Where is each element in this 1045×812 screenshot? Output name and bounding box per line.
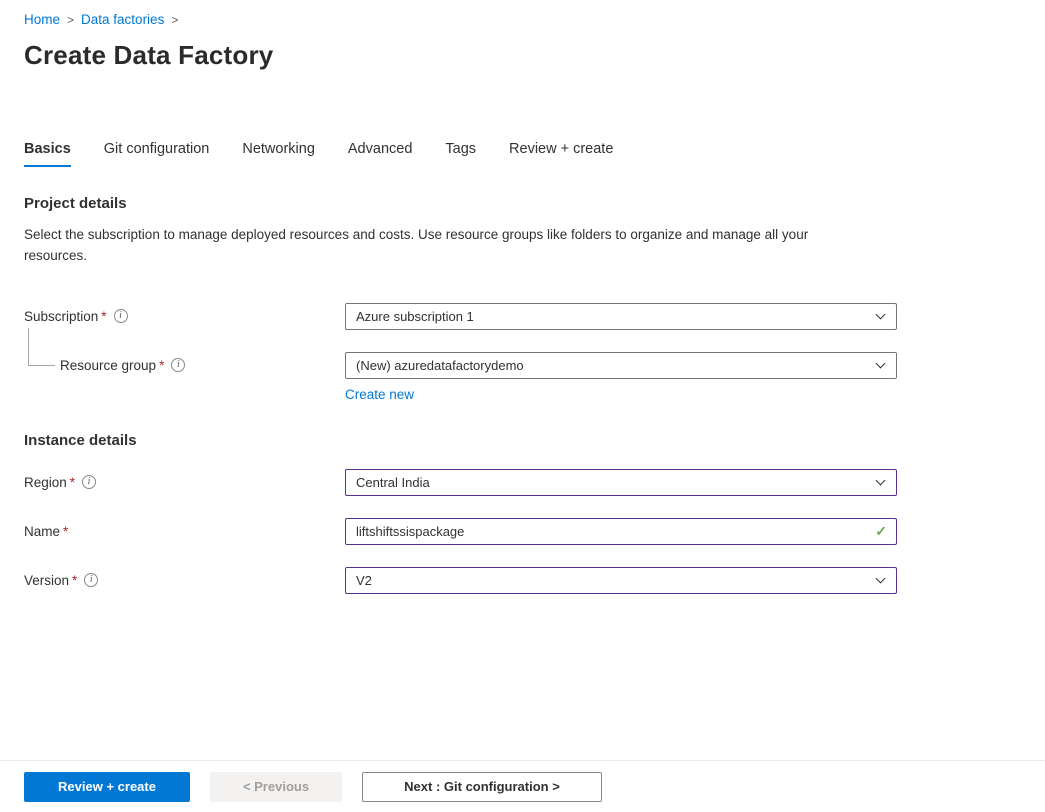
region-dropdown-value: Central India xyxy=(356,475,430,490)
chevron-down-icon xyxy=(876,475,886,485)
required-asterisk: * xyxy=(159,358,164,373)
tab-tags[interactable]: Tags xyxy=(445,141,476,167)
review-create-button[interactable]: Review + create xyxy=(24,772,190,802)
resource-group-row: Resource group * (New) azuredatafactoryd… xyxy=(24,352,1021,379)
info-icon[interactable] xyxy=(171,358,185,372)
info-icon[interactable] xyxy=(114,309,128,323)
tab-basics[interactable]: Basics xyxy=(24,141,71,167)
region-label-text: Region xyxy=(24,475,67,490)
resource-group-label: Resource group * xyxy=(24,358,345,373)
chevron-down-icon xyxy=(876,573,886,583)
region-label: Region * xyxy=(24,475,345,490)
subscription-row: Subscription * Azure subscription 1 xyxy=(24,303,1021,330)
subscription-label-text: Subscription xyxy=(24,309,98,324)
chevron-down-icon xyxy=(876,309,886,319)
version-label-text: Version xyxy=(24,573,69,588)
required-asterisk: * xyxy=(101,309,106,324)
resource-group-label-text: Resource group xyxy=(60,358,156,373)
previous-button[interactable]: < Previous xyxy=(210,772,342,802)
version-row: Version * V2 xyxy=(24,567,1021,594)
breadcrumb: Home > Data factories > xyxy=(24,12,1021,27)
tab-bar: Basics Git configuration Networking Adva… xyxy=(24,141,1021,167)
info-icon[interactable] xyxy=(84,573,98,587)
next-git-configuration-button[interactable]: Next : Git configuration > xyxy=(362,772,602,802)
create-new-link[interactable]: Create new xyxy=(345,387,414,402)
version-label: Version * xyxy=(24,573,345,588)
name-label-text: Name xyxy=(24,524,60,539)
breadcrumb-separator: > xyxy=(171,13,178,27)
wizard-footer: Review + create < Previous Next : Git co… xyxy=(0,760,1045,812)
tab-networking[interactable]: Networking xyxy=(242,141,315,167)
chevron-down-icon xyxy=(876,358,886,368)
project-details-form: Subscription * Azure subscription 1 Reso… xyxy=(24,303,1021,402)
resource-group-dropdown[interactable]: (New) azuredatafactorydemo xyxy=(345,352,897,379)
tab-git-configuration[interactable]: Git configuration xyxy=(104,141,210,167)
info-icon[interactable] xyxy=(82,475,96,489)
name-label: Name * xyxy=(24,524,345,539)
version-dropdown[interactable]: V2 xyxy=(345,567,897,594)
subscription-dropdown-value: Azure subscription 1 xyxy=(356,309,474,324)
region-row: Region * Central India xyxy=(24,469,1021,496)
required-asterisk: * xyxy=(70,475,75,490)
create-new-row: Create new xyxy=(24,387,1021,402)
project-details-heading: Project details xyxy=(24,195,1021,212)
tab-review-create[interactable]: Review + create xyxy=(509,141,613,167)
region-dropdown[interactable]: Central India xyxy=(345,469,897,496)
subscription-dropdown[interactable]: Azure subscription 1 xyxy=(345,303,897,330)
resource-group-dropdown-value: (New) azuredatafactorydemo xyxy=(356,358,524,373)
subscription-label: Subscription * xyxy=(24,309,345,324)
tab-advanced[interactable]: Advanced xyxy=(348,141,413,167)
project-details-description: Select the subscription to manage deploy… xyxy=(24,225,872,267)
breadcrumb-home-link[interactable]: Home xyxy=(24,12,60,27)
name-row: Name * xyxy=(24,518,1021,545)
required-asterisk: * xyxy=(63,524,68,539)
required-asterisk: * xyxy=(72,573,77,588)
instance-details-form: Region * Central India Name * xyxy=(24,469,1021,594)
name-input[interactable] xyxy=(345,518,897,545)
version-dropdown-value: V2 xyxy=(356,573,372,588)
page-title: Create Data Factory xyxy=(24,40,1021,71)
valid-check-icon xyxy=(875,523,887,540)
breadcrumb-separator: > xyxy=(67,13,74,27)
resource-group-connector-line xyxy=(28,328,55,366)
create-data-factory-page: Home > Data factories > Create Data Fact… xyxy=(0,0,1045,812)
instance-details-heading: Instance details xyxy=(24,432,1021,449)
breadcrumb-data-factories-link[interactable]: Data factories xyxy=(81,12,164,27)
